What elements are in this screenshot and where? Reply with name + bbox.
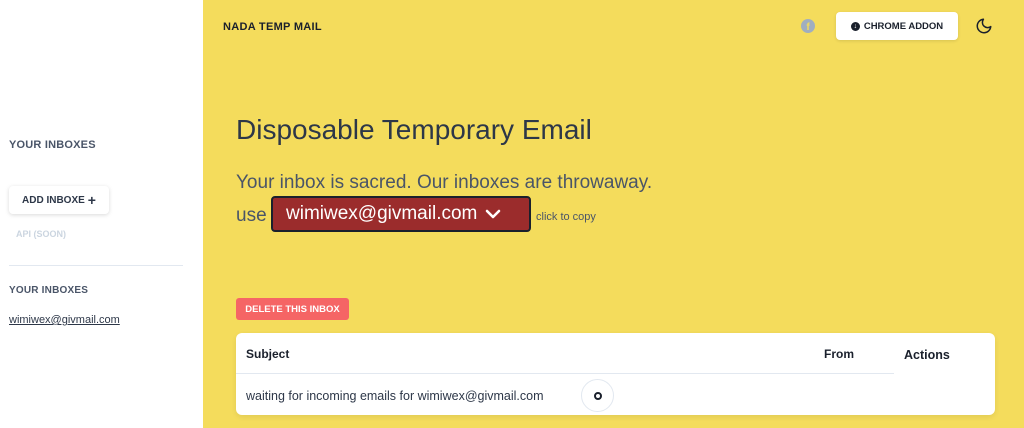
- plus-icon: +: [87, 192, 96, 208]
- page-subtitle: Your inbox is sacred. Our inboxes are th…: [236, 172, 653, 193]
- waiting-status-text: waiting for incoming emails for wimiwex@…: [246, 389, 544, 403]
- page-title: Disposable Temporary Email: [236, 114, 592, 145]
- email-address: wimiwex@givmail.com: [286, 203, 478, 224]
- download-icon: ↓: [850, 21, 860, 31]
- column-header-subject: Subject: [246, 347, 290, 361]
- header-divider: [236, 373, 894, 374]
- brand-logo-text[interactable]: NADA TEMP MAIL: [223, 21, 322, 33]
- delete-inbox-button[interactable]: DELETE THIS INBOX: [236, 298, 349, 320]
- add-inbox-button[interactable]: ADD INBOXE +: [9, 186, 109, 214]
- facebook-icon[interactable]: f: [801, 19, 815, 33]
- main-panel: NADA TEMP MAIL f ↓ CHROME ADDON Disposab…: [203, 0, 1024, 428]
- sidebar: YOUR INBOXES ADD INBOXE + API (SOON) YOU…: [0, 0, 203, 428]
- column-header-from: From: [824, 347, 854, 361]
- add-inbox-label: ADD INBOXE: [22, 194, 85, 206]
- api-soon-label: API (SOON): [16, 229, 67, 239]
- email-address-copy-button[interactable]: wimiwex@givmail.com: [271, 196, 531, 232]
- copy-hint: click to copy: [536, 211, 596, 223]
- use-label: use: [236, 205, 267, 226]
- column-header-actions: Actions: [904, 348, 950, 362]
- chrome-addon-label: CHROME ADDON: [863, 20, 944, 32]
- chrome-addon-button[interactable]: ↓ CHROME ADDON: [836, 12, 958, 40]
- loading-spinner-icon: [581, 379, 614, 412]
- sidebar-divider: [9, 265, 183, 266]
- your-inboxes-heading: YOUR INBOXES: [9, 139, 96, 151]
- sidebar-inbox-link[interactable]: wimiwex@givmail.com: [9, 314, 120, 326]
- chevron-down-icon: [486, 209, 501, 219]
- emails-table: Subject From Actions waiting for incomin…: [236, 333, 995, 415]
- inbox-list-heading: YOUR INBOXES: [9, 285, 89, 296]
- moon-icon[interactable]: [975, 17, 993, 35]
